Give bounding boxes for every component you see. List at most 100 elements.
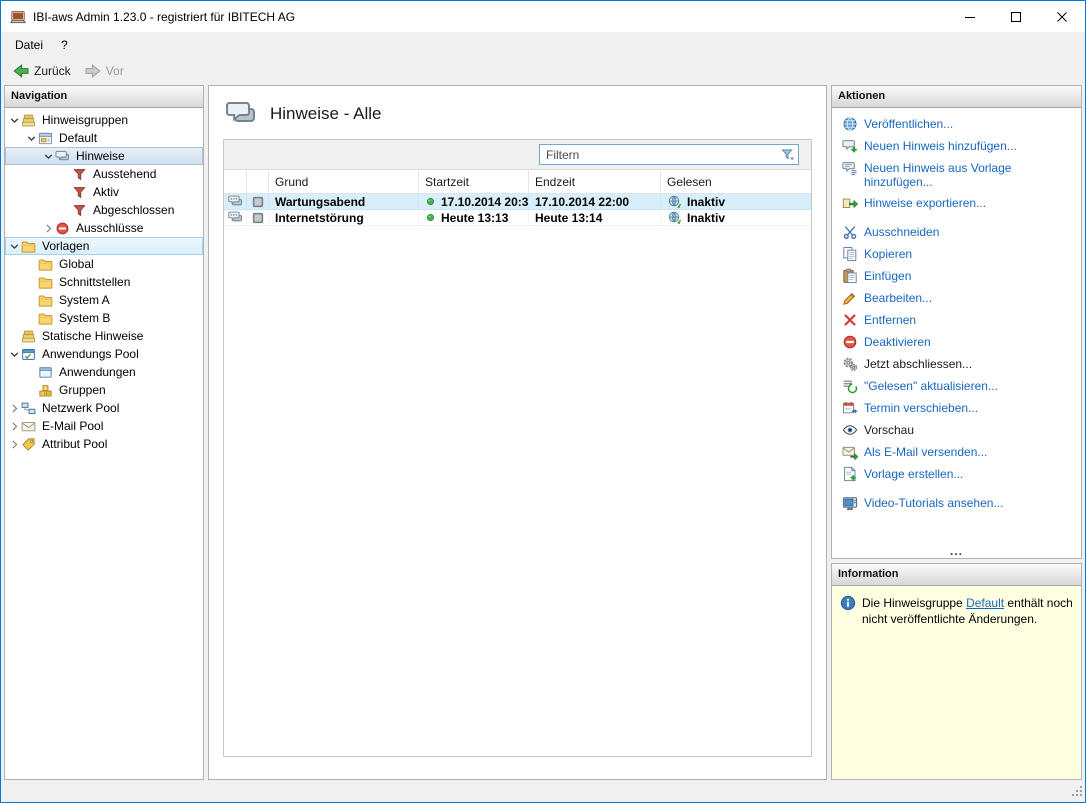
sidebar-item-hinweisgruppen[interactable]: Hinweisgruppen bbox=[5, 111, 203, 129]
sidebar-item-anwendungen[interactable]: Anwendungen bbox=[5, 363, 203, 381]
action-einfuegen[interactable]: Einfügen bbox=[842, 269, 1073, 284]
maximize-button[interactable] bbox=[993, 1, 1039, 32]
chevron-right-icon[interactable] bbox=[8, 420, 21, 433]
action-veroeffentlichen[interactable]: Veröffentlichen... bbox=[842, 117, 1073, 132]
green-dot-icon bbox=[425, 196, 436, 207]
sidebar-item-label: Vorlagen bbox=[39, 238, 92, 254]
table-row-wartungsabend[interactable]: Wartungsabend17.10.2014 20:3017.10.2014 … bbox=[224, 194, 811, 210]
sidebar-item-ausschluesse[interactable]: Ausschlüsse bbox=[5, 219, 203, 237]
information-header: Information bbox=[832, 564, 1081, 586]
sidebar-item-anwendungs-pool[interactable]: Anwendungs Pool bbox=[5, 345, 203, 363]
chevron-down-icon[interactable] bbox=[42, 150, 55, 163]
sidebar-item-schnittstellen[interactable]: Schnittstellen bbox=[5, 273, 203, 291]
sidebar-item-e-mail-pool[interactable]: E-Mail Pool bbox=[5, 417, 203, 435]
sidebar-item-system-b[interactable]: System B bbox=[5, 309, 203, 327]
column-header-grund[interactable]: Grund bbox=[268, 170, 418, 193]
action-vorschau[interactable]: Vorschau bbox=[842, 423, 1073, 438]
action-jetzt-abschliessen[interactable]: Jetzt abschliessen... bbox=[842, 357, 1073, 372]
column-header-gelesen[interactable]: Gelesen bbox=[660, 170, 811, 193]
chevron-right-icon[interactable] bbox=[8, 402, 21, 415]
menu-help[interactable]: ? bbox=[52, 34, 77, 56]
chevron-right-icon[interactable] bbox=[42, 222, 55, 235]
forward-label: Vor bbox=[106, 64, 124, 78]
action-neuen-hinweis-hinzufuegen[interactable]: Neuen Hinweis hinzufügen... bbox=[842, 139, 1073, 154]
folder-icon bbox=[38, 275, 53, 290]
action-deaktivieren[interactable]: Deaktivieren bbox=[842, 335, 1073, 350]
chevron-down-icon[interactable] bbox=[8, 348, 21, 361]
sidebar-item-ausstehend[interactable]: Ausstehend bbox=[5, 165, 203, 183]
sidebar-item-gruppen[interactable]: Gruppen bbox=[5, 381, 203, 399]
action-kopieren[interactable]: Kopieren bbox=[842, 247, 1073, 262]
action-neuen-hinweis-aus-vorlage-hinzufuegen[interactable]: Neuen Hinweis aus Vorlage hinzufügen... bbox=[842, 161, 1073, 189]
app-logo-icon bbox=[10, 9, 26, 25]
action-label: Als E-Mail versenden... bbox=[864, 445, 987, 459]
back-button[interactable]: Zurück bbox=[6, 61, 78, 81]
action-entfernen[interactable]: Entfernen bbox=[842, 313, 1073, 328]
green-dot-icon bbox=[425, 212, 436, 223]
sidebar-item-attribut-pool[interactable]: Attribut Pool bbox=[5, 435, 203, 453]
action-video-tutorials-ansehen[interactable]: Video-Tutorials ansehen... bbox=[842, 496, 1073, 511]
action-label: Neuen Hinweis aus Vorlage hinzufügen... bbox=[864, 161, 1073, 189]
navigation-header: Navigation bbox=[5, 86, 203, 108]
sidebar-item-default[interactable]: Default bbox=[5, 129, 203, 147]
remove-x-icon bbox=[842, 312, 858, 328]
forward-button[interactable]: Vor bbox=[78, 61, 131, 81]
template-folder-icon bbox=[21, 239, 36, 254]
action-label: Hinweise exportieren... bbox=[864, 196, 986, 210]
filter-input[interactable] bbox=[546, 148, 780, 162]
filter-funnel-icon[interactable] bbox=[780, 147, 795, 162]
minimize-button[interactable] bbox=[947, 1, 993, 32]
cell-grund: Wartungsabend bbox=[268, 194, 418, 209]
chevron-down-icon[interactable] bbox=[8, 114, 21, 127]
actions-overflow[interactable]: ... bbox=[832, 546, 1081, 556]
sidebar-item-hinweise[interactable]: Hinweise bbox=[5, 147, 203, 165]
action-vorlage-erstellen[interactable]: Vorlage erstellen... bbox=[842, 467, 1073, 482]
sidebar-item-statische-hinweise[interactable]: Statische Hinweise bbox=[5, 327, 203, 345]
filter-band bbox=[224, 140, 811, 170]
sidebar-item-vorlagen[interactable]: Vorlagen bbox=[5, 237, 203, 255]
navigation-panel: Navigation HinweisgruppenDefaultHinweise… bbox=[4, 85, 204, 780]
action-bearbeiten[interactable]: Bearbeiten... bbox=[842, 291, 1073, 306]
chevron-down-icon[interactable] bbox=[8, 240, 21, 253]
column-header-endzeit[interactable]: Endzeit bbox=[528, 170, 660, 193]
publish-globe-icon bbox=[842, 116, 858, 132]
sidebar-item-system-a[interactable]: System A bbox=[5, 291, 203, 309]
menu-datei[interactable]: Datei bbox=[6, 34, 52, 56]
action-als-e-mail-versenden[interactable]: Als E-Mail versenden... bbox=[842, 445, 1073, 460]
filter-box bbox=[539, 144, 799, 165]
action-ausschneiden[interactable]: Ausschneiden bbox=[842, 225, 1073, 240]
toolbar: Zurück Vor bbox=[1, 57, 1085, 84]
chevron-down-icon[interactable] bbox=[25, 132, 38, 145]
cell-gelesen: Inaktiv bbox=[660, 210, 811, 225]
no-entry-icon bbox=[55, 221, 70, 236]
sidebar-item-global[interactable]: Global bbox=[5, 255, 203, 273]
cell-endzeit: 17.10.2014 22:00 bbox=[528, 194, 660, 209]
action-label: "Gelesen" aktualisieren... bbox=[864, 379, 998, 393]
sidebar-item-aktiv[interactable]: Aktiv bbox=[5, 183, 203, 201]
speech-bubbles-icon bbox=[55, 149, 70, 164]
action-hinweise-exportieren[interactable]: Hinweise exportieren... bbox=[842, 196, 1073, 211]
chevron-right-icon[interactable] bbox=[8, 438, 21, 451]
column-header-icon-1[interactable] bbox=[246, 170, 268, 193]
sidebar-item-netzwerk-pool[interactable]: Netzwerk Pool bbox=[5, 399, 203, 417]
edit-pencil-icon bbox=[842, 290, 858, 306]
action-termin-verschieben[interactable]: Termin verschieben... bbox=[842, 401, 1073, 416]
sidebar-item-abgeschlossen[interactable]: Abgeschlossen bbox=[5, 201, 203, 219]
sidebar-item-label: Anwendungs Pool bbox=[39, 346, 142, 362]
action-label: Termin verschieben... bbox=[864, 401, 978, 415]
tag-icon bbox=[21, 437, 36, 452]
table-row-internetstoerung[interactable]: InternetstörungHeute 13:13Heute 13:14Ina… bbox=[224, 210, 811, 226]
filter-red-icon bbox=[72, 167, 87, 182]
sidebar-item-label: Abgeschlossen bbox=[90, 202, 177, 218]
sidebar-item-label: Schnittstellen bbox=[56, 274, 133, 290]
column-header-startzeit[interactable]: Startzeit bbox=[418, 170, 528, 193]
content-area: Navigation HinweisgruppenDefaultHinweise… bbox=[1, 84, 1085, 780]
sidebar-item-label: Global bbox=[56, 256, 97, 272]
close-button[interactable] bbox=[1039, 1, 1085, 32]
action-gelesen-aktualisieren[interactable]: "Gelesen" aktualisieren... bbox=[842, 379, 1073, 394]
resize-grip[interactable] bbox=[1071, 785, 1083, 800]
gray-square-icon bbox=[251, 195, 265, 209]
info-default-link[interactable]: Default bbox=[966, 596, 1004, 610]
column-header-icon-0[interactable] bbox=[224, 170, 246, 193]
filter-red-icon bbox=[72, 185, 87, 200]
